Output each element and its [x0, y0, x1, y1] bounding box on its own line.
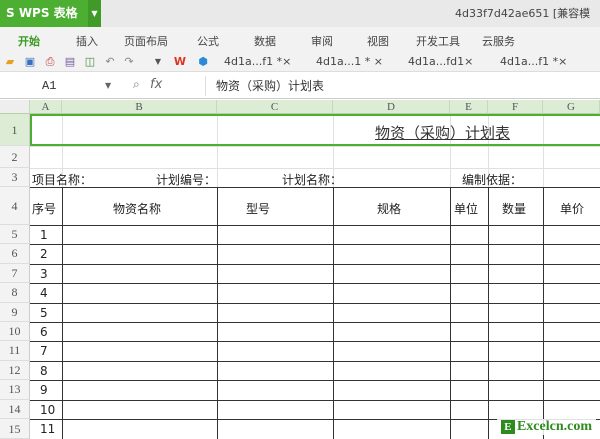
doc-tab-1[interactable]: 4d1a...f1 *×	[224, 55, 291, 68]
header-model: 型号	[246, 202, 271, 216]
header-serial: 序号	[32, 202, 57, 216]
row-header-15[interactable]: 15	[0, 419, 30, 439]
print-preview-icon[interactable]: ◫	[83, 55, 97, 69]
header-unit-price: 单价	[560, 202, 585, 216]
wps-w-icon[interactable]: W	[173, 55, 187, 69]
serial-cell[interactable]: 2	[40, 247, 48, 261]
serial-cell[interactable]: 4	[40, 286, 48, 300]
plan-number-label: 计划编号：	[156, 173, 217, 187]
sheet-title: 物资（采购）计划表	[375, 124, 511, 142]
table-border	[30, 380, 600, 382]
gridline	[30, 146, 600, 147]
gridline	[30, 168, 600, 169]
fx-icon[interactable]: fx	[150, 77, 162, 92]
table-border	[30, 302, 600, 304]
serial-cell[interactable]: 6	[40, 325, 48, 339]
table-border	[30, 244, 600, 246]
chevron-down-icon[interactable]: ▼	[105, 76, 111, 96]
table-border	[30, 283, 600, 285]
chevron-down-icon[interactable]: ▼	[88, 0, 101, 27]
serial-cell[interactable]: 10	[40, 403, 55, 417]
row-header-3[interactable]: 3	[0, 168, 30, 187]
spreadsheet-grid[interactable]: 物资（采购）计划表 项目名称： 计划编号： 计划名称： 编制依据： 序号 物资名…	[30, 114, 600, 439]
serial-cell[interactable]: 5	[40, 306, 48, 320]
menu-page-layout[interactable]: 页面布局	[124, 33, 168, 49]
menu-developer[interactable]: 开发工具	[416, 33, 460, 49]
zoom-icon[interactable]: ⌕	[133, 77, 140, 92]
name-box[interactable]: A1	[0, 76, 118, 96]
header-item-name: 物资名称	[113, 202, 162, 216]
serial-cell[interactable]: 1	[40, 228, 48, 242]
menu-cloud[interactable]: 云服务	[482, 33, 515, 49]
print-icon[interactable]: ▤	[63, 55, 77, 69]
plan-name-label: 计划名称：	[282, 173, 343, 187]
menu-data[interactable]: 数据	[254, 33, 276, 49]
menu-insert[interactable]: 插入	[76, 33, 98, 49]
row-header-13[interactable]: 13	[0, 380, 30, 400]
doc-tab-3[interactable]: 4d1a...fd1×	[408, 55, 473, 68]
document-title: 4d33f7d42ae651 [兼容模	[455, 7, 591, 20]
menu-formula[interactable]: 公式	[197, 33, 219, 49]
col-header-f[interactable]: F	[488, 100, 543, 114]
col-header-e[interactable]: E	[450, 100, 488, 114]
row-header-11[interactable]: 11	[0, 341, 30, 361]
open-icon[interactable]: ▰	[3, 55, 17, 69]
title-bar: S WPS 表格 ▼ 4d33f7d42ae651 [兼容模	[0, 0, 600, 27]
doc-tab-2[interactable]: 4d1a...1 * ×	[316, 55, 383, 68]
header-quantity: 数量	[502, 202, 527, 216]
chevron-down-icon[interactable]: ▼	[151, 55, 165, 69]
row-header-8[interactable]: 8	[0, 283, 30, 303]
serial-cell[interactable]: 7	[40, 344, 48, 358]
save-icon[interactable]: ▣	[23, 55, 37, 69]
row-header-10[interactable]: 10	[0, 322, 30, 342]
doc-tab-4[interactable]: 4d1a...f1 *×	[500, 55, 567, 68]
row-header-5[interactable]: 5	[0, 225, 30, 245]
quick-toolbar: ▰ ▣ ⎙ ▤ ◫ ↶ ↷ ▼ W ⬢ 4d1a...f1 *× 4d1a...…	[0, 52, 600, 72]
basis-label: 编制依据：	[462, 173, 523, 187]
table-border	[30, 360, 600, 362]
project-name-label: 项目名称：	[32, 173, 93, 187]
undo-icon[interactable]: ↶	[103, 55, 117, 69]
table-border	[30, 263, 600, 265]
watermark-logo: E Excelcn.com	[496, 419, 596, 435]
serial-cell[interactable]: 9	[40, 383, 48, 397]
serial-cell[interactable]: 3	[40, 267, 48, 281]
col-header-d[interactable]: D	[333, 100, 450, 114]
row-header-4[interactable]: 4	[0, 187, 30, 225]
col-header-b[interactable]: B	[62, 100, 217, 114]
row-header-12[interactable]: 12	[0, 360, 30, 381]
formula-input[interactable]: 物资（采购）计划表	[205, 76, 600, 96]
col-header-a[interactable]: A	[30, 100, 62, 114]
menu-review[interactable]: 审阅	[311, 33, 333, 49]
row-header-14[interactable]: 14	[0, 399, 30, 419]
row-header-7[interactable]: 7	[0, 263, 30, 284]
ribbon-tabs: 开始 插入 页面布局 公式 数据 审阅 视图 开发工具 云服务	[0, 27, 600, 52]
row-header-1[interactable]: 1	[0, 114, 30, 146]
menu-home[interactable]: 开始	[18, 33, 40, 49]
table-border	[30, 322, 600, 323]
col-header-c[interactable]: C	[217, 100, 333, 114]
formula-bar: A1 ▼ ⌕ fx 物资（采购）计划表	[0, 73, 600, 99]
header-spec: 规格	[377, 202, 402, 216]
row-header-2[interactable]: 2	[0, 146, 30, 168]
col-header-g[interactable]: G	[543, 100, 600, 114]
header-unit: 单位	[454, 202, 479, 216]
select-all-corner[interactable]	[0, 100, 30, 114]
redo-icon[interactable]: ↷	[122, 55, 136, 69]
serial-cell[interactable]: 11	[40, 422, 55, 436]
watermark-text: Excelcn.com	[516, 419, 592, 434]
table-border	[30, 399, 600, 401]
row-header-6[interactable]: 6	[0, 244, 30, 264]
wps-menu-button[interactable]: S WPS 表格	[0, 0, 88, 27]
serial-cell[interactable]: 8	[40, 364, 48, 378]
cube-icon[interactable]: ⬢	[196, 55, 210, 69]
menu-view[interactable]: 视图	[367, 33, 389, 49]
table-border	[30, 225, 600, 226]
selected-cell-a1[interactable]	[30, 114, 600, 146]
export-pdf-icon[interactable]: ⎙	[43, 55, 57, 69]
row-header-9[interactable]: 9	[0, 302, 30, 322]
table-border	[30, 341, 600, 343]
